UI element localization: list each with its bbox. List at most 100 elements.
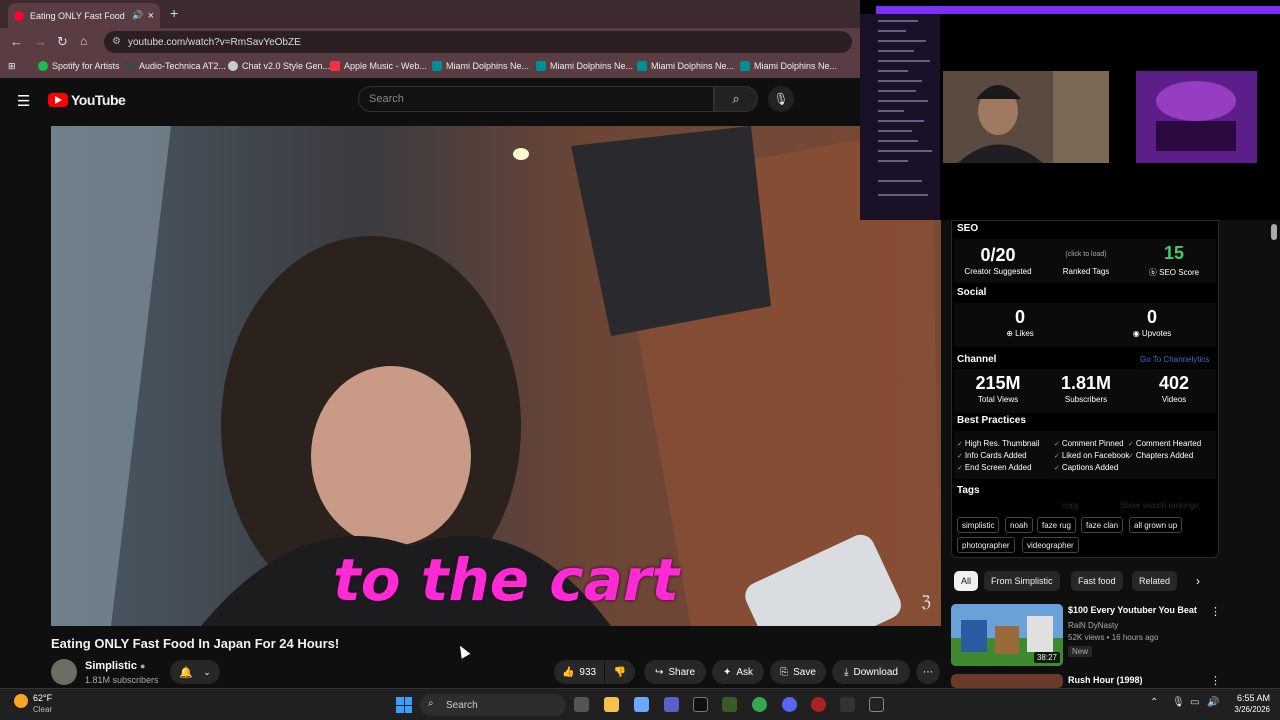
like-button[interactable]: 👍 933 bbox=[554, 660, 604, 684]
recommendation-title[interactable]: Rush Hour (1998) bbox=[1068, 675, 1143, 685]
channel-avatar[interactable] bbox=[51, 659, 77, 685]
download-button[interactable]: ⤓ Download bbox=[832, 660, 910, 684]
subscription-bell-button[interactable]: 🔔 ⌄ bbox=[170, 660, 220, 684]
overlay-line bbox=[878, 180, 922, 182]
thumbs-up-icon: 👍 bbox=[561, 666, 575, 678]
save-button[interactable]: ⎘ Save bbox=[770, 660, 826, 684]
new-tab-icon[interactable]: + bbox=[170, 5, 178, 21]
share-button[interactable]: ↪ Share bbox=[644, 660, 706, 684]
bookmark-item[interactable]: Spotify for Artists bbox=[38, 61, 120, 71]
menu-icon[interactable]: ☰ bbox=[17, 92, 30, 110]
obs-icon[interactable] bbox=[811, 697, 826, 712]
chevron-right-icon[interactable]: › bbox=[1196, 574, 1200, 588]
close-tab-icon[interactable]: × bbox=[148, 10, 154, 22]
show-search-rankings-link[interactable]: Show search rankings bbox=[1120, 501, 1199, 510]
task-view-icon[interactable] bbox=[574, 697, 589, 712]
app-icon[interactable] bbox=[840, 697, 855, 712]
video-player[interactable]: to the cart ℨ bbox=[51, 126, 941, 626]
upvotes-value: 0 bbox=[1146, 307, 1157, 327]
bookmark-item[interactable]: Miami Dolphins Ne... bbox=[637, 61, 734, 71]
site-info-icon[interactable]: ⚙ bbox=[112, 36, 121, 47]
upvotes-label: ◉ Upvotes bbox=[1132, 329, 1172, 338]
tag-chip[interactable]: noah bbox=[1005, 517, 1033, 533]
tag-chip[interactable]: simplistic bbox=[957, 517, 1000, 533]
file-explorer-icon[interactable] bbox=[604, 697, 619, 712]
voice-search-button[interactable]: 🎙 bbox=[768, 86, 794, 112]
taskbar-search[interactable]: ⌕ Search bbox=[420, 694, 566, 716]
home-icon[interactable]: ⌂ bbox=[80, 34, 87, 48]
bookmark-item[interactable]: Chat v2.0 Style Gen... bbox=[228, 61, 330, 71]
recommendation-title[interactable]: $100 Every Youtuber You Beat bbox=[1068, 605, 1197, 615]
url-field[interactable]: ⚙ youtube.com/watch?v=RmSavYeObZE bbox=[104, 31, 852, 53]
tag-chip[interactable]: photographer bbox=[957, 537, 1015, 553]
social-stats-box: 0 ⊕ Likes 0 ◉ Upvotes bbox=[954, 303, 1216, 347]
weather-condition: Clear bbox=[33, 705, 53, 714]
bookmark-item[interactable]: Miami Dolphins Ne... bbox=[536, 61, 633, 71]
show-hidden-icons-icon[interactable]: ⌃ bbox=[1150, 697, 1158, 708]
tag-chip[interactable]: faze clan bbox=[1081, 517, 1124, 533]
channel-name[interactable]: Simplistic ● bbox=[85, 660, 145, 672]
start-button-icon[interactable] bbox=[396, 697, 412, 713]
browser-tab[interactable]: Eating ONLY Fast Food In Ja 🔊 × bbox=[8, 3, 160, 28]
sparkle-icon: ✦ bbox=[722, 666, 732, 678]
discord-icon[interactable] bbox=[782, 697, 797, 712]
verified-icon: ● bbox=[140, 661, 146, 671]
webcam-feed-2 bbox=[1136, 71, 1257, 163]
tag-chip[interactable]: faze rug bbox=[1037, 517, 1076, 533]
recommendation-thumbnail[interactable] bbox=[951, 674, 1063, 688]
total-views-label: Total Views bbox=[977, 395, 1019, 404]
best-practices-box: High Res. Thumbnail Comment Pinned Comme… bbox=[954, 431, 1216, 479]
bookmark-item[interactable]: Apple Music - Web... bbox=[330, 61, 427, 71]
chip-all[interactable]: All bbox=[954, 571, 979, 591]
copy-tags-link[interactable]: copy bbox=[1062, 501, 1079, 510]
reload-icon[interactable]: ↻ bbox=[57, 34, 68, 50]
page-scrollbar[interactable] bbox=[1271, 224, 1277, 240]
youtube-logo[interactable]: YouTube bbox=[48, 92, 126, 108]
network-icon[interactable]: ▭ bbox=[1190, 697, 1199, 708]
app-icon[interactable] bbox=[869, 697, 884, 712]
recommendation-channel[interactable]: RaiN DyNasty bbox=[1068, 621, 1118, 630]
creator-suggested-value: 0/20 bbox=[980, 245, 1016, 265]
dislike-button[interactable]: 👎 bbox=[605, 660, 635, 684]
copilot-icon[interactable] bbox=[634, 697, 649, 712]
microphone-icon[interactable]: 🎙 bbox=[1172, 697, 1185, 708]
youtube-play-icon bbox=[48, 93, 68, 107]
clock-date[interactable]: 3/26/2026 bbox=[1220, 705, 1270, 714]
apps-grid-icon[interactable]: ⊞ bbox=[8, 61, 16, 72]
bookmark-favicon-icon bbox=[125, 61, 135, 71]
recommendation-thumbnail[interactable]: 38:27 bbox=[951, 604, 1063, 666]
more-vertical-icon[interactable]: ⋮ bbox=[1210, 605, 1221, 618]
more-actions-button[interactable]: ⋯ bbox=[916, 660, 940, 684]
terminal-icon[interactable] bbox=[693, 697, 708, 712]
tag-chip[interactable]: all grown up bbox=[1129, 517, 1183, 533]
chrome-icon[interactable] bbox=[752, 697, 767, 712]
search-button[interactable]: ⌕ bbox=[714, 86, 758, 112]
new-badge: New bbox=[1068, 646, 1093, 657]
audio-icon[interactable]: 🔊 bbox=[132, 10, 143, 21]
download-icon: ⤓ bbox=[844, 666, 849, 678]
bookmark-item[interactable]: Miami Dolphins Ne... bbox=[740, 61, 837, 71]
bookmark-item[interactable]: Miami Dolphins Ne... bbox=[432, 61, 529, 71]
forward-icon[interactable]: → bbox=[34, 34, 47, 49]
back-icon[interactable]: ← bbox=[10, 34, 23, 49]
minecraft-icon[interactable] bbox=[722, 697, 737, 712]
search-input[interactable]: Search bbox=[358, 86, 714, 112]
chip-from-simplistic[interactable]: From Simplistic bbox=[984, 571, 1060, 591]
more-vertical-icon[interactable]: ⋮ bbox=[1210, 674, 1221, 687]
go-to-channelytics-link[interactable]: Go To Channelytics bbox=[1140, 355, 1209, 364]
ask-button[interactable]: ✦ Ask bbox=[712, 660, 764, 684]
clock-time[interactable]: 6:55 AM bbox=[1226, 693, 1270, 703]
overlay-line bbox=[878, 20, 918, 22]
best-practice-item: Info Cards Added bbox=[957, 451, 1027, 460]
video-duration: 38:27 bbox=[1033, 652, 1060, 663]
tag-chip[interactable]: videographer bbox=[1022, 537, 1079, 553]
seo-panel: SEO 0/20 Creator Suggested (click to loa… bbox=[951, 220, 1219, 558]
teams-icon[interactable] bbox=[664, 697, 679, 712]
chip-related[interactable]: Related bbox=[1132, 571, 1178, 591]
chip-fast-food[interactable]: Fast food bbox=[1071, 571, 1123, 591]
volume-icon[interactable]: 🔊 bbox=[1207, 697, 1219, 708]
bookmark-item[interactable]: Audio-Technica AT2... bbox=[125, 61, 226, 71]
ranked-tags-hint[interactable]: (click to load) bbox=[1042, 251, 1130, 258]
best-practice-item: Comment Hearted bbox=[1128, 439, 1201, 448]
weather-icon[interactable] bbox=[14, 694, 28, 708]
